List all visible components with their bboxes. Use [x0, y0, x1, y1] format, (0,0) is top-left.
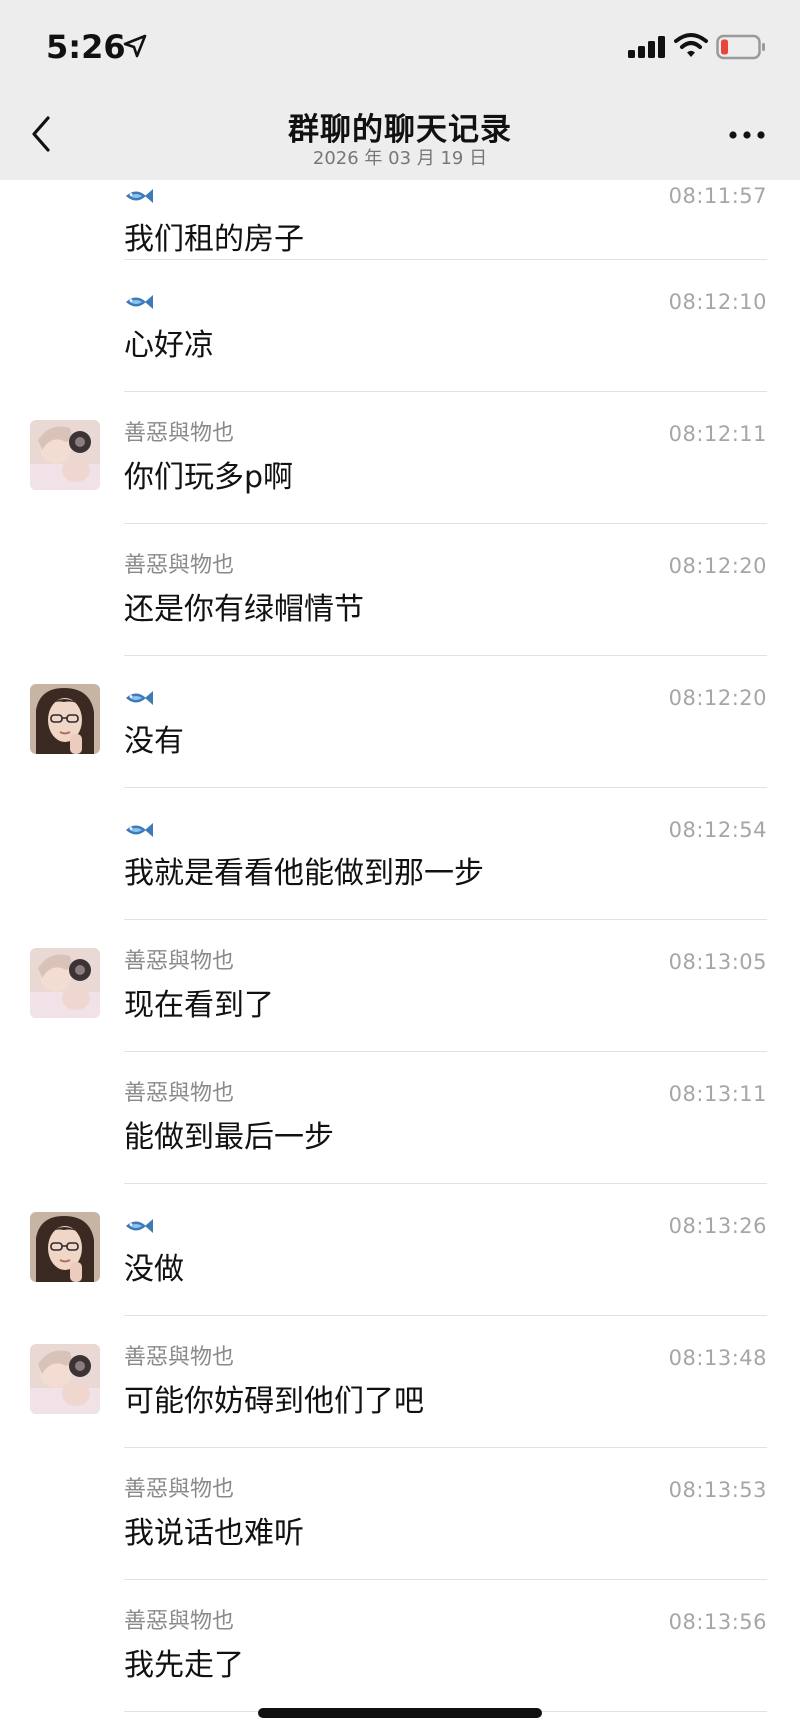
- message-timestamp: 08:13:05: [668, 950, 767, 974]
- message-timestamp: 08:13:53: [668, 1478, 767, 1502]
- message-text: 没做: [124, 1252, 184, 1287]
- message-row[interactable]: 善惡與物也 08:13:11 能做到最后一步: [0, 1052, 800, 1184]
- message-row[interactable]: 08:12:54 我就是看看他能做到那一步: [0, 788, 800, 920]
- message-text: 能做到最后一步: [124, 1120, 334, 1155]
- message-row[interactable]: 08:13:26 没做: [0, 1184, 800, 1316]
- message-text: 还是你有绿帽情节: [124, 592, 364, 627]
- page-date: 2026 年 03 月 19 日: [312, 148, 488, 169]
- wifi-icon: [674, 33, 708, 57]
- message-timestamp: 08:13:56: [668, 1610, 767, 1634]
- sender-name: 善惡與物也: [124, 421, 235, 446]
- cellular-signal-icon: [628, 36, 665, 58]
- sender-name: 善惡與物也: [124, 1609, 235, 1634]
- message-row[interactable]: 08:12:20 没有: [0, 656, 800, 788]
- message-timestamp: 08:13:11: [668, 1082, 767, 1106]
- battery-low-icon: [716, 34, 765, 60]
- message-text: 我就是看看他能做到那一步: [124, 856, 484, 891]
- navigation-bar: 群聊的聊天记录 2026 年 03 月 19 日: [0, 90, 800, 180]
- status-time: 5:26: [46, 28, 126, 66]
- page-title: 群聊的聊天记录: [288, 112, 512, 148]
- chat-history-screen: 5:26 群聊的聊天记录 2026 年 03 月 19 日 08:11:57 我…: [0, 0, 800, 1733]
- avatar[interactable]: [30, 1212, 100, 1282]
- message-row[interactable]: 善惡與物也 08:12:11 你们玩多p啊: [0, 392, 800, 524]
- message-text: 我先走了: [124, 1648, 244, 1683]
- sender-name: [124, 1212, 154, 1240]
- status-bar: 5:26: [0, 0, 800, 90]
- top-bar: 5:26 群聊的聊天记录 2026 年 03 月 19 日: [0, 0, 800, 180]
- message-row[interactable]: 善惡與物也 08:13:48 可能你妨碍到他们了吧: [0, 1316, 800, 1448]
- message-text: 我说话也难听: [124, 1516, 304, 1551]
- sender-name: [124, 288, 154, 316]
- sender-name: 善惡與物也: [124, 1477, 235, 1502]
- message-timestamp: 08:12:20: [668, 554, 767, 578]
- avatar-image: [30, 1344, 100, 1414]
- message-text: 可能你妨碍到他们了吧: [124, 1384, 424, 1419]
- avatar[interactable]: [30, 684, 100, 754]
- message-text: 我们租的房子: [124, 222, 304, 257]
- avatar[interactable]: [30, 1344, 100, 1414]
- avatar-image: [30, 1212, 100, 1282]
- location-arrow-icon: [123, 34, 147, 58]
- fish-icon: [126, 189, 153, 203]
- message-text: 没有: [124, 724, 184, 759]
- message-timestamp: 08:12:20: [668, 686, 767, 710]
- message-text: 你们玩多p啊: [124, 460, 294, 495]
- avatar[interactable]: [30, 948, 100, 1018]
- more-options-icon[interactable]: [726, 128, 768, 142]
- message-timestamp: 08:12:11: [668, 422, 767, 446]
- message-timestamp: 08:13:48: [668, 1346, 767, 1370]
- message-list: 08:11:57 我们租的房子 08:12:10 心好凉善惡與物也 08:12:11 你们…: [0, 180, 800, 1712]
- fish-icon: [126, 1219, 153, 1233]
- sender-name: [124, 182, 154, 210]
- fish-icon: [126, 295, 153, 309]
- fish-icon: [126, 823, 153, 837]
- message-timestamp: 08:12:54: [668, 818, 767, 842]
- message-row[interactable]: 08:12:10 心好凉: [0, 260, 800, 392]
- sender-name: 善惡與物也: [124, 1345, 235, 1370]
- message-timestamp: 08:11:57: [668, 184, 767, 208]
- avatar[interactable]: [30, 420, 100, 490]
- sender-name: 善惡與物也: [124, 1081, 235, 1106]
- message-row[interactable]: 善惡與物也 08:13:56 我先走了: [0, 1580, 800, 1712]
- message-row[interactable]: 善惡與物也 08:13:05 现在看到了: [0, 920, 800, 1052]
- message-row[interactable]: 善惡與物也 08:12:20 还是你有绿帽情节: [0, 524, 800, 656]
- sender-name: 善惡與物也: [124, 553, 235, 578]
- message-timestamp: 08:12:10: [668, 290, 767, 314]
- avatar-image: [30, 948, 100, 1018]
- avatar-image: [30, 420, 100, 490]
- avatar-image: [30, 684, 100, 754]
- sender-name: [124, 684, 154, 712]
- message-text: 心好凉: [124, 328, 214, 363]
- message-text: 现在看到了: [124, 988, 274, 1023]
- sender-name: [124, 816, 154, 844]
- home-indicator[interactable]: [258, 1708, 542, 1718]
- message-row[interactable]: 善惡與物也 08:13:53 我说话也难听: [0, 1448, 800, 1580]
- message-timestamp: 08:13:26: [668, 1214, 767, 1238]
- sender-name: 善惡與物也: [124, 949, 235, 974]
- fish-icon: [126, 691, 153, 705]
